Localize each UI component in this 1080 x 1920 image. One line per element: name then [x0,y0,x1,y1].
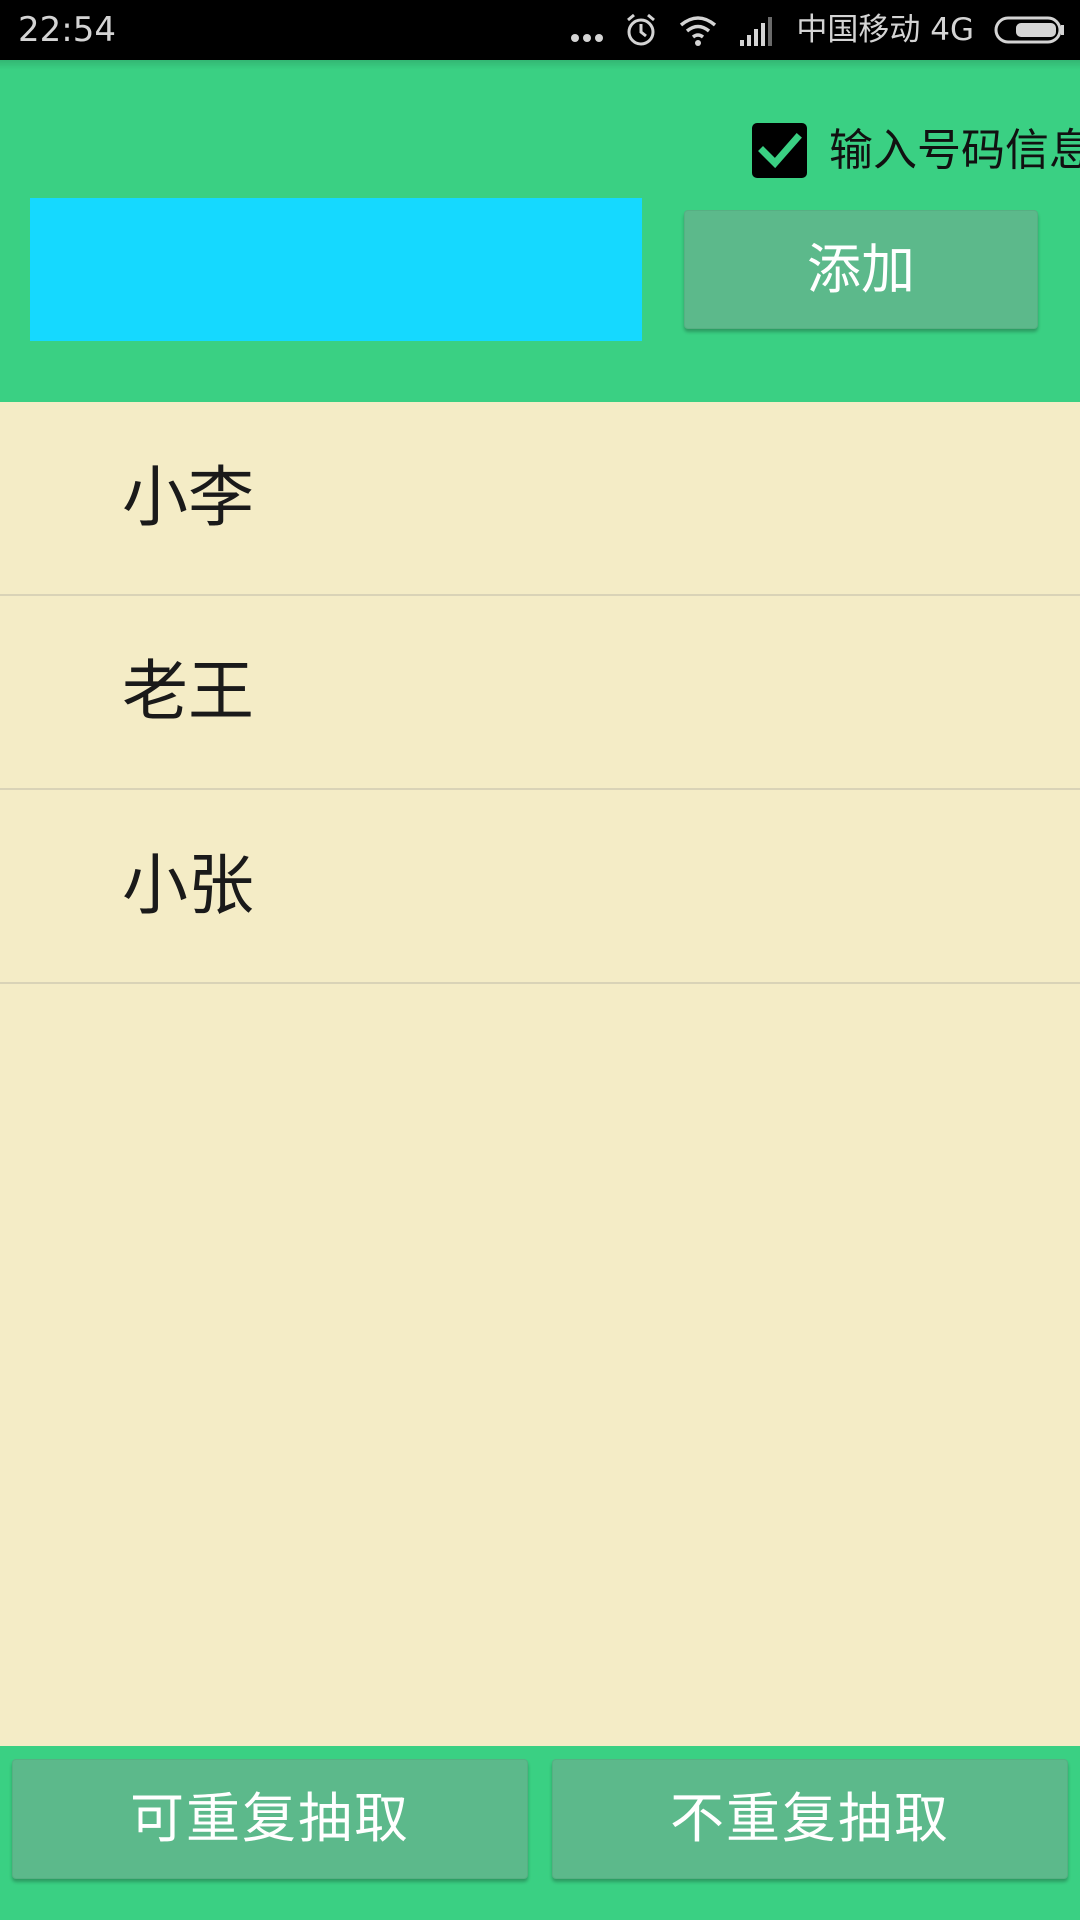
status-bar: 22:54 中国移动 4G [0,0,1080,60]
carrier-label: 中国移动 4G [796,12,974,48]
wifi-icon [678,10,718,50]
name-input[interactable] [30,198,642,341]
input-panel: 输入号码信息 添加 [0,60,1080,402]
bottom-bar: 可重复抽取 不重复抽取 [0,1746,1080,1920]
status-icons: 中国移动 4G [570,10,1066,50]
battery-icon [994,10,1066,50]
list-item[interactable]: 小李 [0,402,1080,596]
alarm-icon [624,10,658,50]
checkmark-icon [758,133,802,169]
list-item-label: 小张 [122,847,254,924]
add-button[interactable]: 添加 [684,210,1038,329]
list-item-label: 小李 [122,459,254,536]
signal-icon [738,10,776,50]
list-item[interactable]: 小张 [0,790,1080,984]
list-item[interactable]: 老王 [0,596,1080,790]
phone-info-checkbox[interactable] [752,123,807,178]
name-list: 小李 老王 小张 [0,402,1080,984]
more-dots-icon [570,10,604,50]
phone-info-checkbox-label[interactable]: 输入号码信息 [829,123,1080,178]
list-item-label: 老王 [122,653,254,730]
repeat-draw-button[interactable]: 可重复抽取 [12,1759,528,1879]
status-time: 22:54 [18,10,116,50]
no-repeat-draw-button[interactable]: 不重复抽取 [552,1759,1068,1879]
